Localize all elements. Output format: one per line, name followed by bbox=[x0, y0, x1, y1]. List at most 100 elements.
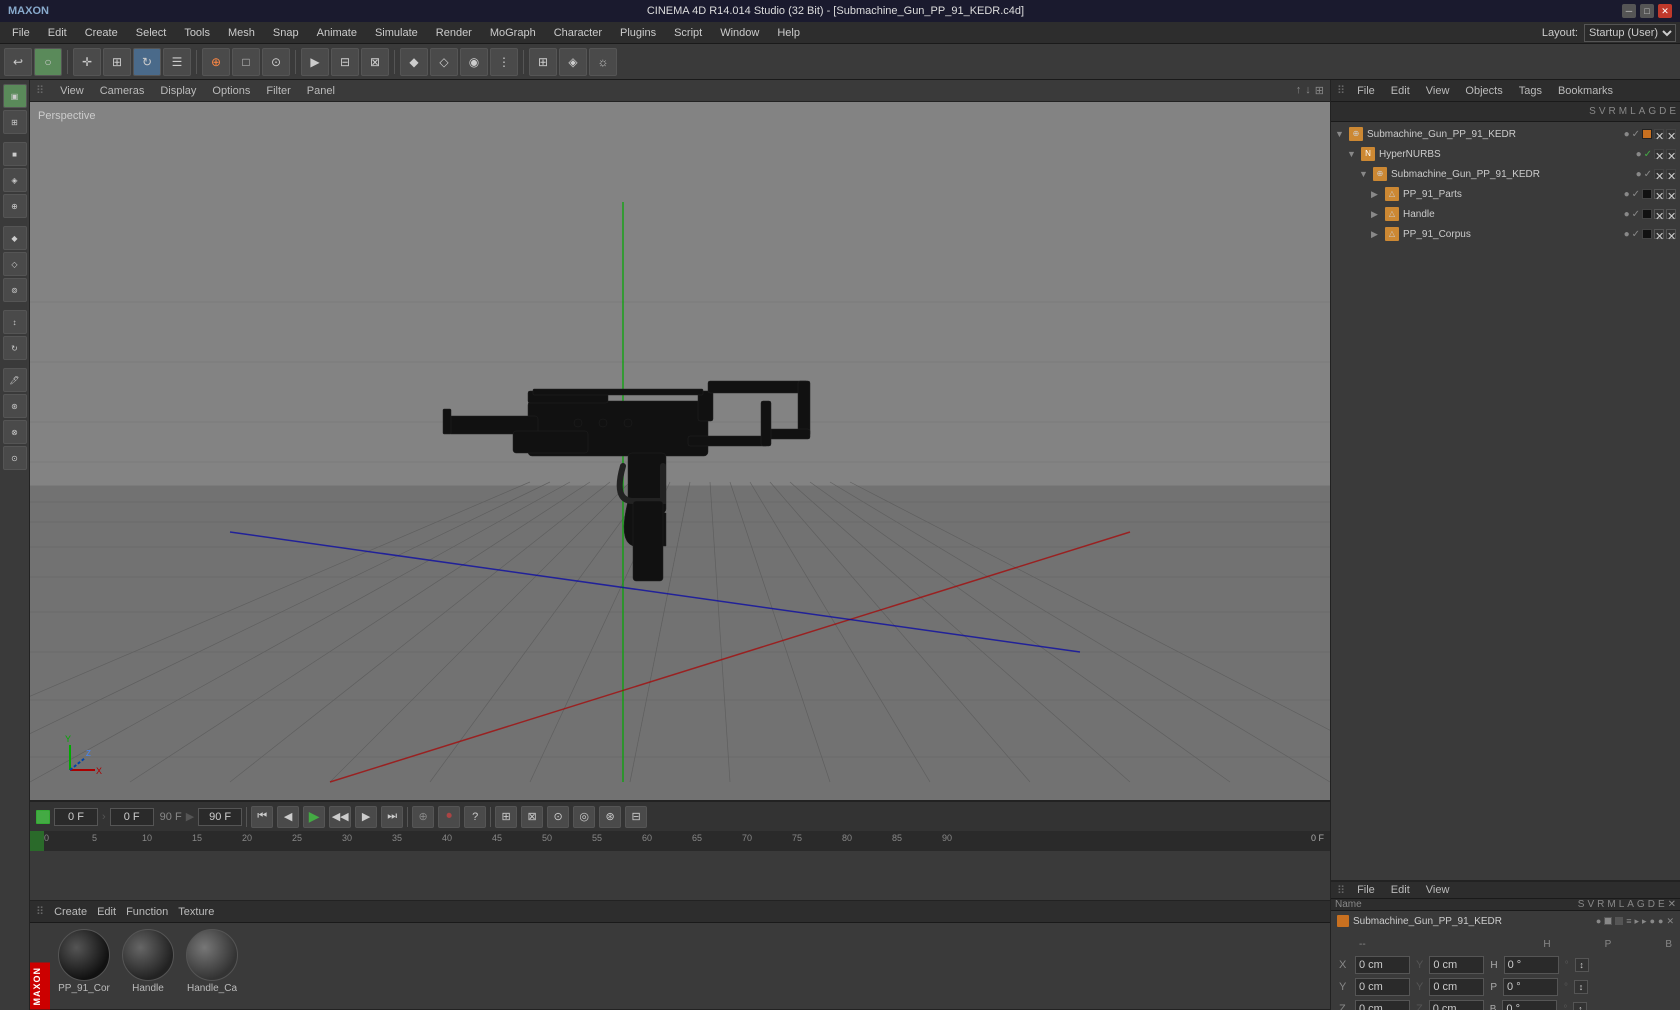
record-path-btn[interactable]: ⊙ bbox=[547, 806, 569, 828]
sidebar-scene-mode[interactable]: ◈ bbox=[3, 168, 27, 192]
menu-mesh[interactable]: Mesh bbox=[220, 25, 263, 41]
end-frame-input[interactable] bbox=[198, 808, 242, 826]
expand-arrow-handle[interactable]: ▶ bbox=[1371, 209, 1383, 220]
goto-end-btn[interactable]: ⏭ bbox=[381, 806, 403, 828]
coord-y-rot[interactable] bbox=[1429, 978, 1484, 996]
viewport-menu-panel[interactable]: Panel bbox=[303, 83, 339, 99]
render-region-btn[interactable]: ⊟ bbox=[331, 48, 359, 76]
coord-h[interactable] bbox=[1504, 956, 1559, 974]
menu-help[interactable]: Help bbox=[769, 25, 808, 41]
props-menu-edit[interactable]: Edit bbox=[1387, 882, 1414, 898]
obj-menu-bookmarks[interactable]: Bookmarks bbox=[1554, 83, 1617, 99]
coord-z-pos[interactable] bbox=[1355, 1000, 1410, 1010]
coord-z-rot[interactable] bbox=[1429, 1000, 1484, 1010]
obj-menu-edit[interactable]: Edit bbox=[1387, 83, 1414, 99]
add-object-btn[interactable]: ⊕ bbox=[202, 48, 230, 76]
record-btn[interactable]: ⊕ bbox=[412, 806, 434, 828]
expand-arrow-child[interactable]: ▼ bbox=[1359, 169, 1371, 179]
menu-snap[interactable]: Snap bbox=[265, 25, 307, 41]
minimize-button[interactable]: ─ bbox=[1622, 4, 1636, 18]
obj-row-corpus[interactable]: ▶ △ PP_91_Corpus ● ✓ ✕ ✕ bbox=[1331, 224, 1680, 244]
motion-btn[interactable]: ⊠ bbox=[521, 806, 543, 828]
expand-arrow-hyper[interactable]: ▼ bbox=[1347, 149, 1359, 159]
obj-menu-tags[interactable]: Tags bbox=[1515, 83, 1546, 99]
sidebar-anim-btn[interactable]: ⊗ bbox=[3, 420, 27, 444]
obj-row-gun-root[interactable]: ▼ ⊕ Submachine_Gun_PP_91_KEDR ● ✓ ✕ ✕ bbox=[1331, 124, 1680, 144]
mat-menu-edit[interactable]: Edit bbox=[93, 904, 120, 920]
sidebar-deform-btn[interactable]: ⊚ bbox=[3, 278, 27, 302]
prev-frame-btn[interactable]: ◀ bbox=[277, 806, 299, 828]
material-item-pp91corpus[interactable]: PP_91_Cor bbox=[58, 929, 110, 994]
menu-character[interactable]: Character bbox=[546, 25, 610, 41]
menu-render[interactable]: Render bbox=[428, 25, 480, 41]
key-options-btn[interactable]: ? bbox=[464, 806, 486, 828]
goto-start-btn[interactable]: ⏮ bbox=[251, 806, 273, 828]
play-btn[interactable]: ▶ bbox=[303, 806, 325, 828]
sidebar-paint-btn[interactable]: 🖊 bbox=[3, 368, 27, 392]
snap-btn[interactable]: ◈ bbox=[559, 48, 587, 76]
menu-tools[interactable]: Tools bbox=[176, 25, 218, 41]
obj-menu-file[interactable]: File bbox=[1353, 83, 1379, 99]
polygon-mode-btn[interactable]: ◇ bbox=[430, 48, 458, 76]
render-active-btn[interactable]: ▶ bbox=[301, 48, 329, 76]
mat-menu-texture[interactable]: Texture bbox=[174, 904, 218, 920]
rotate-tool[interactable]: ↻ bbox=[133, 48, 161, 76]
viewport-menu-display[interactable]: Display bbox=[156, 83, 200, 99]
obj-row-hypernurbs[interactable]: ▼ N HyperNURBS ● ✓ ✕ ✕ bbox=[1331, 144, 1680, 164]
select-tool[interactable]: ☰ bbox=[163, 48, 191, 76]
sidebar-texture-btn[interactable]: ⊞ bbox=[3, 110, 27, 134]
viewport-menu-options[interactable]: Options bbox=[208, 83, 254, 99]
curve-btn[interactable]: ◎ bbox=[573, 806, 595, 828]
object-mode-btn[interactable]: ◆ bbox=[400, 48, 428, 76]
coord-b[interactable] bbox=[1502, 1000, 1557, 1010]
coord-x-rot[interactable] bbox=[1429, 956, 1484, 974]
menu-file[interactable]: File bbox=[4, 25, 38, 41]
menu-edit[interactable]: Edit bbox=[40, 25, 75, 41]
current-frame-input[interactable] bbox=[54, 808, 98, 826]
start-frame-input[interactable] bbox=[110, 808, 154, 826]
viewport-menu-filter[interactable]: Filter bbox=[262, 83, 294, 99]
viewport-menu-cameras[interactable]: Cameras bbox=[96, 83, 149, 99]
sidebar-move-btn[interactable]: ↕ bbox=[3, 310, 27, 334]
camera-btn[interactable]: ⊙ bbox=[262, 48, 290, 76]
obj-menu-view[interactable]: View bbox=[1422, 83, 1454, 99]
menu-plugins[interactable]: Plugins bbox=[612, 25, 664, 41]
auto-key-btn[interactable]: ⏺ bbox=[438, 806, 460, 828]
sidebar-sculpt-btn[interactable]: ⊛ bbox=[3, 394, 27, 418]
material-item-handle[interactable]: Handle bbox=[122, 929, 174, 994]
scale-tool[interactable]: ⊞ bbox=[103, 48, 131, 76]
menu-mograph[interactable]: MoGraph bbox=[482, 25, 544, 41]
menu-animate[interactable]: Animate bbox=[309, 25, 365, 41]
sidebar-sim-btn[interactable]: ⊙ bbox=[3, 446, 27, 470]
props-menu-file[interactable]: File bbox=[1353, 882, 1379, 898]
coord-y-pos[interactable] bbox=[1355, 978, 1410, 996]
viewport-canvas[interactable]: Perspective bbox=[30, 102, 1330, 800]
sidebar-world-mode[interactable]: ⊕ bbox=[3, 194, 27, 218]
mat-menu-function[interactable]: Function bbox=[122, 904, 172, 920]
timeline-extra-btn[interactable]: ⊟ bbox=[625, 806, 647, 828]
expand-arrow-parts[interactable]: ▶ bbox=[1371, 189, 1383, 200]
obj-row-gun-child[interactable]: ▼ ⊕ Submachine_Gun_PP_91_KEDR ● ✓ ✕ ✕ bbox=[1331, 164, 1680, 184]
coord-x-pos[interactable] bbox=[1355, 956, 1410, 974]
viewport-menu-view[interactable]: View bbox=[56, 83, 88, 99]
sidebar-poly-btn[interactable]: ◆ bbox=[3, 226, 27, 250]
grid-btn[interactable]: ⊞ bbox=[529, 48, 557, 76]
expand-arrow-corpus[interactable]: ▶ bbox=[1371, 229, 1383, 240]
obj-menu-objects[interactable]: Objects bbox=[1461, 83, 1506, 99]
light-btn[interactable]: ☼ bbox=[589, 48, 617, 76]
key-mode-btn[interactable]: ⊞ bbox=[495, 806, 517, 828]
render-all-btn[interactable]: ⊠ bbox=[361, 48, 389, 76]
maximize-button[interactable]: □ bbox=[1640, 4, 1654, 18]
undo-button[interactable]: ↩ bbox=[4, 48, 32, 76]
sidebar-model-btn[interactable]: ▣ bbox=[3, 84, 27, 108]
close-button[interactable]: ✕ bbox=[1658, 4, 1672, 18]
sidebar-rotate-btn[interactable]: ↻ bbox=[3, 336, 27, 360]
props-menu-view[interactable]: View bbox=[1422, 882, 1454, 898]
obj-row-handle[interactable]: ▶ △ Handle ● ✓ ✕ ✕ bbox=[1331, 204, 1680, 224]
redo-button[interactable]: ○ bbox=[34, 48, 62, 76]
material-item-handleca[interactable]: Handle_Ca bbox=[186, 929, 238, 994]
edge-mode-btn[interactable]: ◉ bbox=[460, 48, 488, 76]
menu-create[interactable]: Create bbox=[77, 25, 126, 41]
mat-menu-create[interactable]: Create bbox=[50, 904, 91, 920]
coord-p[interactable] bbox=[1503, 978, 1558, 996]
